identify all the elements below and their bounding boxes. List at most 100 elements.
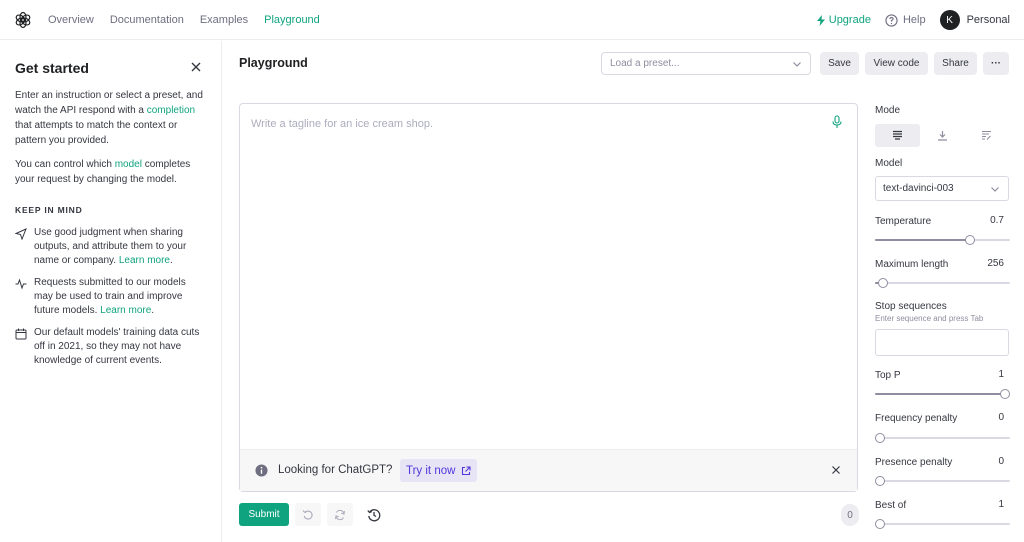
info-icon [255, 464, 268, 477]
temperature-label: Temperature [875, 216, 932, 227]
intro-text-2: that attempts to match the context or pa… [15, 120, 178, 146]
account-label[interactable]: Personal [967, 14, 1010, 26]
tip-suffix: . [151, 305, 155, 316]
tip-text: Requests submitted to our models may be … [34, 276, 206, 318]
prompt-editor[interactable]: Write a tagline for an ice cream shop. L… [239, 103, 858, 492]
preset-placeholder: Load a preset... [610, 58, 680, 69]
best-of-slider[interactable] [875, 519, 1010, 529]
tip-body: Our default models' training data cuts o… [34, 327, 200, 366]
openai-logo-icon[interactable] [14, 11, 32, 29]
token-counter: 0 [841, 504, 859, 526]
learn-more-link[interactable]: Learn more [119, 255, 170, 266]
page-title: Playground [239, 56, 308, 70]
tip-item: Our default models' training data cuts o… [15, 326, 210, 368]
model-link[interactable]: model [115, 159, 142, 170]
stop-sequences-hint: Enter sequence and press Tab [875, 314, 984, 323]
model-label: Model [875, 157, 1010, 169]
best-of-row: Best of 1 [875, 499, 1010, 511]
history-icon [367, 508, 381, 521]
chatgpt-banner: Looking for ChatGPT? Try it now [240, 449, 857, 491]
submit-button[interactable]: Submit [239, 503, 289, 526]
try-it-now-link[interactable]: Try it now [400, 459, 478, 482]
slider-thumb[interactable] [875, 476, 885, 486]
sidebar-model-text: You can control which model completes yo… [15, 157, 205, 187]
nav-right: Upgrade Help K Personal [816, 0, 1010, 40]
nav-documentation[interactable]: Documentation [110, 14, 184, 26]
tip-item: Use good judgment when sharing outputs, … [15, 226, 210, 268]
mode-insert-button[interactable] [920, 124, 965, 147]
best-of-value: 1 [998, 499, 1004, 510]
model-value: text-davinci-003 [883, 183, 954, 194]
max-length-row: Maximum length 256 [875, 258, 1010, 270]
nav-overview[interactable]: Overview [48, 14, 94, 26]
upgrade-button[interactable]: Upgrade [816, 14, 871, 26]
top-p-slider[interactable] [875, 389, 1010, 399]
presence-penalty-value: 0 [998, 456, 1004, 467]
max-length-label: Maximum length [875, 259, 949, 270]
view-code-button[interactable]: View code [865, 52, 928, 75]
share-button[interactable]: Share [934, 52, 977, 75]
stop-sequences-label: Stop sequences [875, 301, 947, 312]
top-p-label: Top P [875, 370, 901, 381]
external-link-icon [462, 465, 471, 475]
insert-mode-icon [937, 131, 947, 141]
top-p-row: Top P 1 [875, 369, 1010, 381]
send-icon [15, 228, 27, 240]
calendar-icon [15, 328, 27, 340]
slider-thumb[interactable] [964, 235, 975, 245]
model-select[interactable]: text-davinci-003 [875, 176, 1009, 201]
tip-text: Use good judgment when sharing outputs, … [34, 226, 206, 268]
frequency-penalty-slider[interactable] [875, 433, 1010, 443]
mode-label: Mode [875, 104, 1010, 116]
sidebar-intro: Enter an instruction or select a preset,… [15, 88, 205, 148]
chevron-down-icon [793, 62, 801, 67]
microphone-icon[interactable] [831, 115, 843, 129]
complete-mode-icon [892, 130, 902, 140]
max-length-value: 256 [987, 258, 1004, 269]
tip-text: Our default models' training data cuts o… [34, 326, 206, 368]
regenerate-button[interactable] [327, 503, 353, 526]
best-of-label: Best of [875, 500, 907, 511]
learn-more-link[interactable]: Learn more [100, 305, 151, 316]
stop-sequences-row: Stop sequences [875, 300, 1010, 312]
slider-fill [875, 393, 1010, 395]
slider-thumb[interactable] [875, 433, 885, 443]
nav-playground[interactable]: Playground [264, 14, 320, 26]
max-length-slider[interactable] [875, 278, 1010, 288]
preset-select[interactable]: Load a preset... [601, 52, 811, 75]
temperature-slider[interactable] [875, 235, 1010, 245]
frequency-penalty-value: 0 [998, 412, 1004, 423]
presence-penalty-label: Presence penalty [875, 457, 953, 468]
presence-penalty-slider[interactable] [875, 476, 1010, 486]
close-icon[interactable] [189, 60, 203, 74]
slider-thumb[interactable] [875, 519, 885, 529]
upgrade-label: Upgrade [828, 14, 871, 26]
top-p-value: 1 [998, 369, 1004, 380]
undo-icon [302, 509, 313, 520]
banner-text: Looking for ChatGPT? [278, 464, 393, 476]
history-button[interactable] [361, 503, 387, 526]
lightning-icon [816, 14, 825, 26]
slider-thumb[interactable] [1000, 389, 1010, 399]
more-options-button[interactable]: ··· [983, 52, 1009, 75]
slider-thumb[interactable] [878, 278, 889, 288]
refresh-icon [334, 509, 346, 520]
frequency-penalty-label: Frequency penalty [875, 413, 958, 424]
try-it-label: Try it now [406, 464, 456, 477]
mode-edit-button[interactable] [964, 124, 1009, 147]
frequency-penalty-row: Frequency penalty 0 [875, 412, 1010, 424]
stop-sequences-input[interactable] [875, 329, 1009, 356]
completion-link[interactable]: completion [147, 105, 195, 116]
model-label-text: Model [875, 158, 903, 169]
tip-item: Requests submitted to our models may be … [15, 276, 210, 318]
nav-links: Overview Documentation Examples Playgrou… [48, 0, 336, 40]
save-button[interactable]: Save [820, 52, 859, 75]
nav-examples[interactable]: Examples [200, 14, 248, 26]
close-banner-icon[interactable] [831, 465, 841, 475]
help-button[interactable]: Help [885, 13, 926, 27]
avatar[interactable]: K [939, 10, 960, 30]
undo-button[interactable] [295, 503, 321, 526]
temperature-value: 0.7 [990, 215, 1004, 226]
mode-complete-button[interactable] [875, 124, 920, 147]
sidebar-title: Get started [15, 60, 89, 76]
